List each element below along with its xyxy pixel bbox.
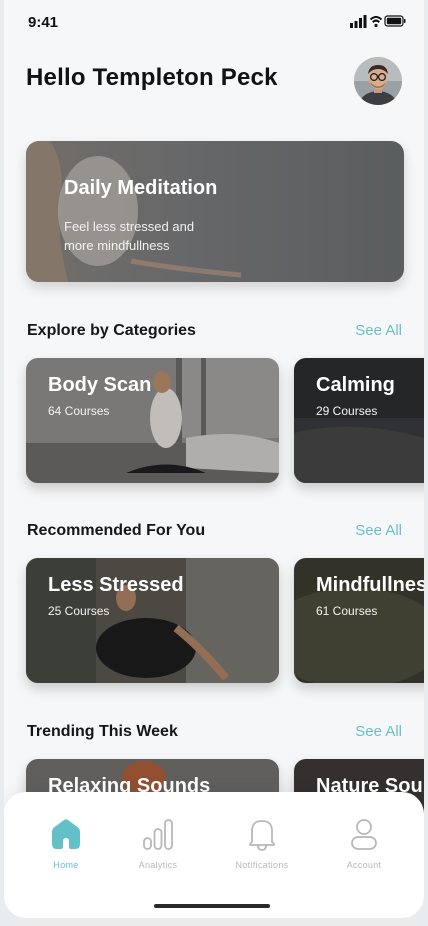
tab-home[interactable]: Home [26,816,106,870]
recommended-see-all-link[interactable]: See All [355,522,402,539]
tab-analytics-label: Analytics [138,860,178,870]
category-card-title: Calming [316,374,395,396]
tab-home-label: Home [53,860,79,870]
status-time: 9:41 [28,14,59,31]
battery-icon [384,15,406,27]
avatar-image [354,57,402,105]
daily-meditation-card[interactable]: Daily Meditation Feel less stressed and … [26,141,404,282]
signal-icon [350,15,367,28]
tab-notifications[interactable]: Notifications [222,816,302,870]
category-card-calming[interactable]: Calming 29 Courses [294,358,424,483]
greeting-title: Hello Templeton Peck [26,64,278,91]
recommended-title: Recommended For You [27,522,206,539]
user-icon [351,819,377,850]
tab-account[interactable]: Account [324,816,404,870]
trending-title: Trending This Week [27,723,178,740]
daily-meditation-image [26,141,404,282]
recommended-card-count: 25 Courses [48,604,110,618]
categories-title: Explore by Categories [27,322,196,339]
category-card-body-scan[interactable]: Body Scan 64 Courses [26,358,279,483]
wifi-icon [369,16,383,28]
analytics-icon [143,819,173,850]
recommended-card-mindfullness[interactable]: Mindfullnes 61 Courses [294,558,424,683]
categories-see-all-link[interactable]: See All [355,322,402,339]
home-indicator [154,904,270,908]
bell-icon [249,820,275,851]
category-card-count: 29 Courses [316,404,378,418]
tab-notifications-label: Notifications [235,860,289,870]
category-card-title: Body Scan [48,374,152,396]
recommended-card-title: Less Stressed [48,574,184,596]
status-icons [350,15,406,28]
trending-see-all-link[interactable]: See All [355,723,402,740]
avatar[interactable] [354,57,402,105]
tab-analytics[interactable]: Analytics [118,816,198,870]
tab-account-label: Account [346,860,382,870]
daily-meditation-subtitle: Feel less stressed and more mindfullness [64,219,195,253]
category-card-count: 64 Courses [48,404,110,418]
app-screen: 9:41 Hello Templeton Peck Daily Meditati… [4,0,424,918]
recommended-card-title: Mindfullnes [316,574,424,596]
recommended-card-count: 61 Courses [316,604,378,618]
home-icon [52,819,80,849]
daily-meditation-title: Daily Meditation [64,177,218,199]
recommended-card-less-stressed[interactable]: Less Stressed 25 Courses [26,558,279,683]
status-bar: 9:41 [4,0,424,44]
bottom-tab-bar: Home Analytics Notifications Account [4,792,424,918]
